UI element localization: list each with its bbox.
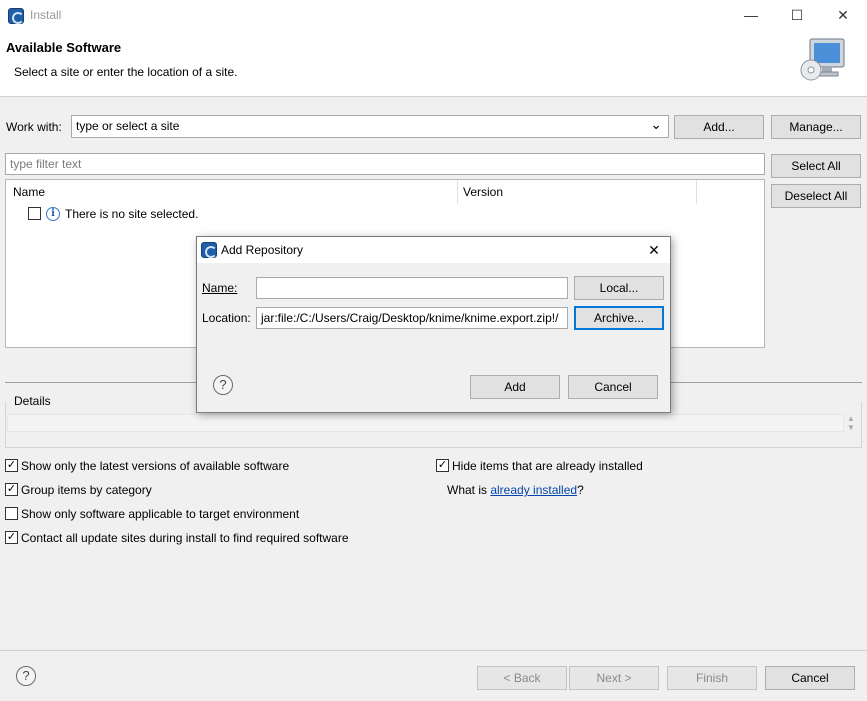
- work-with-value: type or select a site: [76, 119, 180, 133]
- column-header-name[interactable]: Name: [13, 185, 45, 199]
- work-with-label: Work with:: [6, 120, 62, 134]
- details-scrollbar[interactable]: ▲ ▼: [845, 414, 857, 432]
- location-label: Location:: [202, 311, 251, 325]
- column-header-version[interactable]: Version: [463, 185, 503, 199]
- footer-divider: [0, 650, 867, 651]
- info-icon: i: [46, 207, 60, 221]
- window-title: Install: [30, 8, 62, 22]
- what-is-suffix: ?: [577, 483, 584, 497]
- contact-all-sites-checkbox[interactable]: ✓: [5, 531, 18, 544]
- contact-all-sites-label: Contact all update sites during install …: [21, 531, 349, 545]
- cancel-button[interactable]: Cancel: [765, 666, 855, 690]
- dialog-close-button[interactable]: ✕: [641, 239, 667, 261]
- show-applicable-label: Show only software applicable to target …: [21, 507, 300, 521]
- chevron-down-icon[interactable]: ⌄: [650, 116, 662, 135]
- hide-installed-checkbox[interactable]: ✓: [436, 459, 449, 472]
- location-input[interactable]: jar:file:/C:/Users/Craig/Desktop/knime/k…: [256, 307, 568, 329]
- manage-sites-button[interactable]: Manage...: [771, 115, 861, 139]
- details-text-area[interactable]: [7, 414, 844, 432]
- install-monitor-icon: [800, 38, 845, 81]
- app-icon: [8, 8, 24, 24]
- page-title: Available Software: [6, 40, 122, 55]
- name-input[interactable]: [256, 277, 568, 299]
- archive-button[interactable]: Archive...: [574, 306, 664, 330]
- filter-input[interactable]: type filter text: [5, 153, 765, 175]
- deselect-all-button[interactable]: Deselect All: [771, 184, 861, 208]
- maximize-button[interactable]: ☐: [774, 0, 820, 31]
- column-divider: [696, 180, 697, 204]
- dialog-cancel-button[interactable]: Cancel: [568, 375, 658, 399]
- page-subtitle: Select a site or enter the location of a…: [14, 65, 238, 79]
- hide-installed-label: Hide items that are already installed: [452, 459, 643, 473]
- dialog-titlebar: Add Repository ✕: [197, 237, 670, 263]
- back-button[interactable]: < Back: [477, 666, 567, 690]
- dialog-title: Add Repository: [221, 243, 304, 257]
- empty-table-message: There is no site selected.: [65, 207, 199, 221]
- show-latest-checkbox[interactable]: ✓: [5, 459, 18, 472]
- show-applicable-checkbox[interactable]: [5, 507, 18, 520]
- finish-button[interactable]: Finish: [667, 666, 757, 690]
- column-divider: [457, 180, 458, 204]
- name-label: Name:: [202, 281, 238, 295]
- window-titlebar: Install — ☐ ✕: [0, 0, 867, 31]
- wizard-header: Available Software Select a site or ente…: [0, 31, 867, 97]
- what-is-installed-text: What is already installed?: [447, 483, 584, 497]
- next-button[interactable]: Next >: [569, 666, 659, 690]
- add-site-button[interactable]: Add...: [674, 115, 764, 139]
- dialog-app-icon: [201, 242, 217, 258]
- add-repository-dialog: Add Repository ✕ Name: Local... Location…: [196, 236, 671, 413]
- group-by-category-checkbox[interactable]: ✓: [5, 483, 18, 496]
- help-icon[interactable]: ?: [16, 666, 36, 686]
- select-all-button[interactable]: Select All: [771, 154, 861, 178]
- table-row-checkbox[interactable]: [28, 207, 41, 220]
- local-button[interactable]: Local...: [574, 276, 664, 300]
- dialog-add-button[interactable]: Add: [470, 375, 560, 399]
- what-is-prefix: What is: [447, 483, 491, 497]
- show-latest-label: Show only the latest versions of availab…: [21, 459, 290, 473]
- work-with-combo[interactable]: type or select a site ⌄: [71, 115, 669, 138]
- close-button[interactable]: ✕: [820, 0, 866, 31]
- minimize-button[interactable]: —: [728, 0, 774, 31]
- group-by-category-label: Group items by category: [21, 483, 152, 497]
- dialog-help-icon[interactable]: ?: [213, 375, 233, 395]
- already-installed-link[interactable]: already installed: [490, 483, 577, 497]
